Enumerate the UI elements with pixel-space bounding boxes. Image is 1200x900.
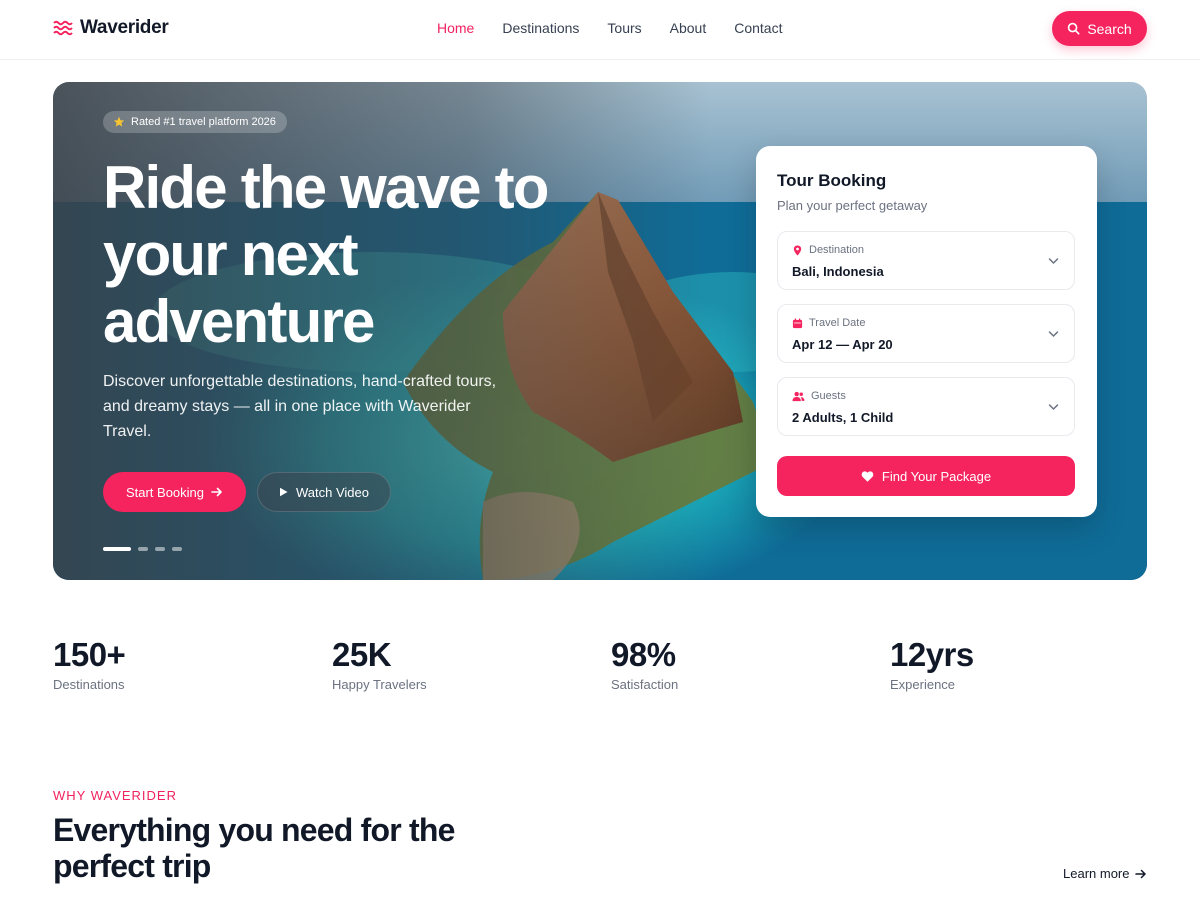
search-button[interactable]: Search (1052, 11, 1147, 46)
travel-date-label: Travel Date (792, 317, 865, 329)
nav-link-home[interactable]: Home (437, 20, 474, 36)
hero-banner: Rated #1 travel platform 2026 Ride the w… (53, 82, 1147, 580)
find-package-button[interactable]: Find Your Package (777, 456, 1075, 496)
slide-dot[interactable] (155, 547, 165, 551)
nav-link-contact[interactable]: Contact (734, 20, 782, 36)
brand-name: Waverider (80, 17, 169, 38)
destination-value: Bali, Indonesia (792, 264, 884, 279)
chevron-down-icon (1048, 258, 1059, 265)
stat-value: 150+ (53, 636, 126, 673)
slide-indicators (103, 547, 182, 551)
watch-video-button[interactable]: Watch Video (257, 472, 391, 512)
booking-title: Tour Booking (777, 171, 887, 190)
stat-value: 98% (611, 636, 676, 673)
nav-link-tours[interactable]: Tours (607, 20, 641, 36)
stat-label: Satisfaction (611, 677, 679, 692)
destination-label-text: Destination (809, 244, 865, 256)
watch-video-label: Watch Video (296, 484, 369, 500)
travel-date-label-text: Travel Date (809, 317, 866, 329)
stat-experience: 12yrs Experience (890, 636, 974, 692)
stat-value: 25K (332, 636, 392, 673)
stat-travelers: 25K Happy Travelers (332, 636, 427, 692)
hero-title: Ride the wave to your next adventure (103, 154, 549, 355)
arrow-right-icon (1135, 869, 1147, 878)
hero-subtitle: Discover unforgettable destinations, han… (103, 373, 497, 440)
learn-more-label: Learn more (1063, 866, 1130, 881)
find-package-label: Find Your Package (881, 468, 992, 484)
waves-icon (53, 20, 73, 36)
destination-select[interactable]: Destination Bali, Indonesia (777, 231, 1075, 290)
stat-label: Experience (890, 677, 956, 692)
nav-link-about[interactable]: About (670, 20, 707, 36)
start-booking-label: Start Booking (125, 484, 205, 500)
chevron-down-icon (1048, 404, 1059, 411)
rating-badge-text: Rated #1 travel platform 2026 (131, 116, 276, 128)
stat-value: 12yrs (890, 636, 974, 673)
search-icon (1068, 22, 1080, 35)
stat-label: Destinations (53, 677, 125, 692)
tour-booking-card: Tour Booking Plan your perfect getaway D… (756, 146, 1097, 517)
slide-dot[interactable] (138, 547, 148, 551)
section-eyebrow: WHY WAVERIDER (53, 788, 177, 803)
calendar-icon (792, 317, 803, 328)
stat-destinations: 150+ Destinations (53, 636, 126, 692)
search-button-label: Search (1087, 20, 1132, 37)
nav-link-destinations[interactable]: Destinations (502, 20, 579, 36)
travel-date-select[interactable]: Travel Date Apr 12 — Apr 20 (777, 304, 1075, 363)
guests-select[interactable]: Guests 2 Adults, 1 Child (777, 377, 1075, 436)
guests-label-text: Guests (811, 390, 846, 402)
heart-icon (861, 470, 874, 482)
destination-label: Destination (792, 244, 864, 256)
guests-value: 2 Adults, 1 Child (792, 410, 894, 425)
star-icon (113, 116, 125, 127)
stat-satisfaction: 98% Satisfaction (611, 636, 678, 692)
travel-date-value: Apr 12 — Apr 20 (792, 337, 893, 352)
slide-dot[interactable] (172, 547, 182, 551)
start-booking-button[interactable]: Start Booking (103, 472, 246, 512)
top-navigation: Waverider Home Destinations Tours About … (0, 0, 1200, 60)
arrow-right-icon (211, 487, 222, 497)
rating-badge: Rated #1 travel platform 2026 (103, 111, 287, 133)
play-icon (280, 487, 288, 497)
chevron-down-icon (1048, 331, 1059, 338)
learn-more-link[interactable]: Learn more (1063, 866, 1147, 881)
booking-subtitle: Plan your perfect getaway (777, 198, 928, 213)
users-icon (792, 391, 805, 401)
logo[interactable]: Waverider (53, 17, 169, 39)
guests-label: Guests (792, 390, 846, 402)
map-pin-icon (793, 244, 802, 256)
stat-label: Happy Travelers (332, 677, 427, 692)
main-menu: Home Destinations Tours About Contact (437, 20, 810, 36)
section-title: Everything you need for the perfect trip (53, 812, 455, 884)
slide-dot[interactable] (103, 547, 131, 551)
